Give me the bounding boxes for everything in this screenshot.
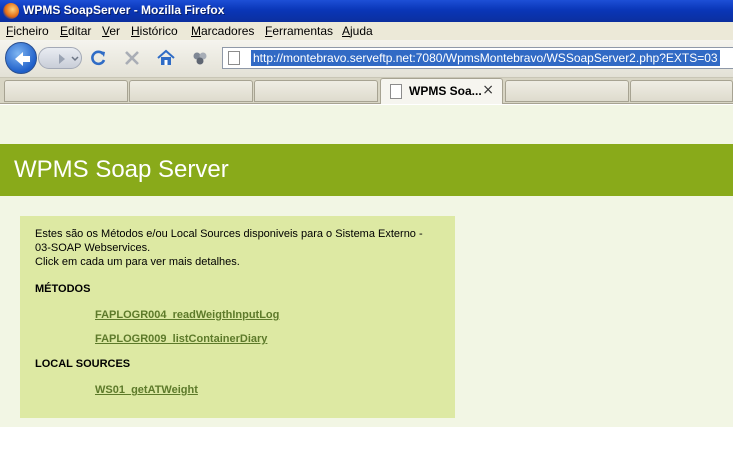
description-line: Click em cada um para ver mais detalhes. xyxy=(35,256,240,268)
description-line: 03-SOAP Webservices. xyxy=(35,242,151,254)
back-button[interactable] xyxy=(5,42,37,74)
home-icon xyxy=(157,49,175,65)
bottom-area xyxy=(0,427,733,452)
menu-ficheiro[interactable]: Ficheiro xyxy=(6,24,49,38)
description-line: Estes são os Métodos e/ou Local Sources … xyxy=(35,228,423,240)
address-bar[interactable]: http://montebravo.serveftp.net:7080/Wpms… xyxy=(222,47,733,69)
puzzle-icon xyxy=(193,52,207,65)
extension-button[interactable] xyxy=(190,48,210,68)
navigation-toolbar: http://montebravo.serveftp.net:7080/Wpms… xyxy=(0,40,733,78)
page-icon xyxy=(228,51,240,65)
url-text[interactable]: http://montebravo.serveftp.net:7080/Wpms… xyxy=(251,50,720,66)
local-source-link[interactable]: WS01_getATWeight xyxy=(95,384,198,396)
page-content: WPMS Soap Server Estes são os Métodos e/… xyxy=(0,105,733,427)
methods-panel: Estes são os Métodos e/ou Local Sources … xyxy=(20,216,455,418)
description: Estes são os Métodos e/ou Local Sources … xyxy=(35,227,445,269)
reload-icon xyxy=(91,50,106,66)
method-link[interactable]: FAPLOGR009_listContainerDiary xyxy=(95,333,267,345)
forward-button[interactable] xyxy=(38,47,82,69)
local-sources-heading: LOCAL SOURCES xyxy=(35,358,131,370)
page-icon xyxy=(390,84,402,99)
menu-marcadores[interactable]: Marcadores xyxy=(191,24,254,38)
tab-5[interactable] xyxy=(505,80,629,102)
page-banner: WPMS Soap Server xyxy=(0,144,733,196)
close-tab-icon[interactable]: × xyxy=(482,82,494,98)
menu-editar[interactable]: Editar xyxy=(60,24,91,38)
methods-heading: MÉTODOS xyxy=(35,283,91,295)
window-title-bar: WPMS SoapServer - Mozilla Firefox xyxy=(0,0,733,22)
window-title: WPMS SoapServer - Mozilla Firefox xyxy=(23,3,225,17)
page-title: WPMS Soap Server xyxy=(14,156,229,183)
tab-2[interactable] xyxy=(129,80,253,102)
stop-button[interactable] xyxy=(122,48,142,68)
menu-ferramentas[interactable]: Ferramentas xyxy=(265,24,333,38)
tab-title: WPMS Soa... xyxy=(409,84,482,98)
menu-ver[interactable]: Ver xyxy=(102,24,120,38)
method-link[interactable]: FAPLOGR004_readWeigthInputLog xyxy=(95,309,279,321)
menu-historico[interactable]: Histórico xyxy=(131,24,178,38)
tab-3[interactable] xyxy=(254,80,378,102)
tab-wpms-soap[interactable]: WPMS Soa... × xyxy=(380,78,503,104)
stop-icon xyxy=(125,51,139,65)
menu-ajuda[interactable]: Ajuda xyxy=(342,24,373,38)
tab-6[interactable] xyxy=(630,80,733,102)
reload-button[interactable] xyxy=(88,48,108,68)
menu-bar: Ficheiro Editar Ver Histórico Marcadores… xyxy=(0,22,733,40)
firefox-icon xyxy=(3,3,19,19)
tab-1[interactable] xyxy=(4,80,128,102)
home-button[interactable] xyxy=(156,48,176,68)
forward-arrow-icon xyxy=(59,54,79,64)
back-arrow-icon xyxy=(15,52,30,66)
tab-strip: WPMS Soa... × xyxy=(0,78,733,104)
